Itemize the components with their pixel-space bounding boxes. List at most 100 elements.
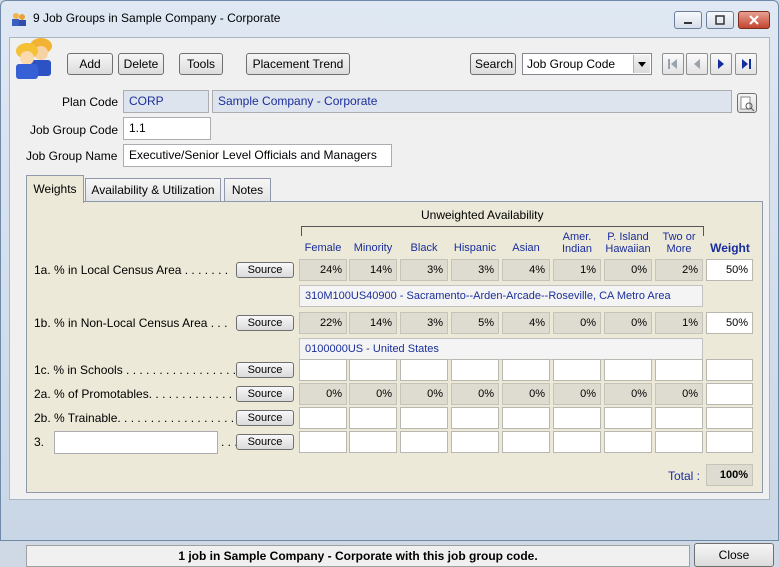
availability-cell[interactable] — [655, 431, 703, 453]
availability-cell[interactable]: 14% — [349, 259, 397, 281]
availability-cell[interactable] — [349, 359, 397, 381]
availability-cell[interactable]: 0% — [451, 383, 499, 405]
source-button[interactable]: Source — [236, 410, 294, 426]
weight-input[interactable] — [706, 383, 753, 405]
custom-factor-input[interactable] — [54, 431, 218, 454]
availability-cell[interactable] — [299, 431, 347, 453]
availability-cell[interactable] — [502, 359, 550, 381]
weight-input[interactable]: 50% — [706, 259, 753, 281]
availability-cell[interactable]: 4% — [502, 259, 550, 281]
weight-header: Weight — [710, 241, 750, 255]
weight-input[interactable] — [706, 359, 753, 381]
weight-input[interactable] — [706, 407, 753, 429]
main-window: 9 Job Groups in Sample Company - Corpora… — [0, 0, 779, 567]
availability-cell[interactable]: 14% — [349, 312, 397, 334]
job-group-name-input[interactable]: Executive/Senior Level Officials and Man… — [123, 144, 392, 167]
column-header: Minority — [353, 242, 393, 254]
source-button[interactable]: Source — [236, 434, 294, 450]
source-button[interactable]: Source — [236, 362, 294, 378]
search-button[interactable]: Search — [470, 53, 516, 75]
total-weight-value: 100% — [706, 464, 753, 486]
availability-cell[interactable] — [400, 431, 448, 453]
previous-record-button[interactable] — [686, 53, 708, 75]
next-record-button[interactable] — [710, 53, 732, 75]
job-group-code-label: Job Group Code — [30, 123, 119, 137]
placement-trend-button[interactable]: Placement Trend — [246, 53, 350, 75]
tools-button[interactable]: Tools — [179, 53, 223, 75]
availability-cell[interactable]: 1% — [553, 259, 601, 281]
availability-cell[interactable]: 3% — [400, 259, 448, 281]
weight-input[interactable]: 50% — [706, 312, 753, 334]
availability-cell[interactable]: 0% — [604, 259, 652, 281]
availability-cell[interactable] — [655, 359, 703, 381]
availability-cell[interactable]: 22% — [299, 312, 347, 334]
minimize-icon — [684, 22, 692, 24]
client-area: Add Delete Tools Placement Trend Search … — [9, 37, 774, 567]
row-label: 1a. % in Local Census Area . . . . . . . — [34, 263, 229, 277]
availability-cell[interactable] — [604, 359, 652, 381]
plan-lookup-button[interactable] — [737, 93, 757, 113]
availability-cell[interactable] — [400, 407, 448, 429]
maximize-button[interactable] — [706, 11, 734, 29]
availability-cell[interactable]: 2% — [655, 259, 703, 281]
availability-cell[interactable]: 5% — [451, 312, 499, 334]
availability-cell[interactable] — [604, 407, 652, 429]
first-icon — [668, 59, 677, 69]
job-group-code-input[interactable]: 1.1 — [123, 117, 211, 140]
availability-cell[interactable] — [451, 407, 499, 429]
availability-cell[interactable]: 3% — [451, 259, 499, 281]
minimize-button[interactable] — [674, 11, 702, 29]
availability-cell[interactable] — [502, 431, 550, 453]
availability-cell[interactable] — [349, 407, 397, 429]
delete-button[interactable]: Delete — [118, 53, 164, 75]
search-field-select[interactable]: Job Group Code — [522, 53, 652, 75]
availability-cell[interactable]: 0% — [604, 312, 652, 334]
source-button[interactable]: Source — [236, 262, 294, 278]
availability-cell[interactable] — [299, 407, 347, 429]
add-button[interactable]: Add — [67, 53, 113, 75]
availability-cell[interactable]: 0% — [349, 383, 397, 405]
availability-cell[interactable]: 0% — [604, 383, 652, 405]
availability-cell[interactable] — [502, 407, 550, 429]
availability-cell[interactable]: 0% — [502, 383, 550, 405]
availability-cell[interactable] — [604, 431, 652, 453]
tab-weights[interactable]: Weights — [26, 175, 84, 203]
close-button[interactable]: Close — [694, 543, 774, 567]
availability-cell[interactable]: 4% — [502, 312, 550, 334]
close-icon — [749, 15, 759, 25]
availability-cell[interactable]: 0% — [553, 383, 601, 405]
availability-cell[interactable] — [451, 431, 499, 453]
availability-cell[interactable] — [553, 431, 601, 453]
close-window-button[interactable] — [738, 11, 770, 29]
first-record-button[interactable] — [662, 53, 684, 75]
tab-availability-utilization[interactable]: Availability & Utilization — [85, 178, 221, 202]
unweighted-availability-header: Unweighted Availability — [421, 208, 544, 222]
next-icon — [718, 59, 724, 69]
census-area-info: 0100000US - United States — [299, 338, 703, 360]
tab-notes[interactable]: Notes — [224, 178, 271, 202]
column-header: Indian — [562, 243, 592, 255]
job-groups-icon — [12, 13, 26, 26]
column-header: Female — [304, 242, 342, 254]
availability-cell[interactable]: 0% — [400, 383, 448, 405]
availability-cell[interactable]: 1% — [655, 312, 703, 334]
plan-name-field: Sample Company - Corporate — [212, 90, 732, 113]
source-button[interactable]: Source — [236, 315, 294, 331]
availability-cell[interactable]: 0% — [553, 312, 601, 334]
chevron-down-icon — [633, 55, 650, 73]
availability-cell[interactable] — [553, 359, 601, 381]
availability-cell[interactable]: 0% — [655, 383, 703, 405]
availability-cell[interactable] — [451, 359, 499, 381]
availability-cell[interactable] — [655, 407, 703, 429]
source-button[interactable]: Source — [236, 386, 294, 402]
availability-cell[interactable]: 3% — [400, 312, 448, 334]
availability-cell[interactable]: 0% — [299, 383, 347, 405]
row-label: 2b. % Trainable. . . . . . . . . . . . .… — [34, 411, 248, 425]
availability-cell[interactable]: 24% — [299, 259, 347, 281]
last-record-button[interactable] — [735, 53, 757, 75]
availability-cell[interactable] — [299, 359, 347, 381]
weight-input[interactable] — [706, 431, 753, 453]
availability-cell[interactable] — [553, 407, 601, 429]
availability-cell[interactable] — [349, 431, 397, 453]
availability-cell[interactable] — [400, 359, 448, 381]
